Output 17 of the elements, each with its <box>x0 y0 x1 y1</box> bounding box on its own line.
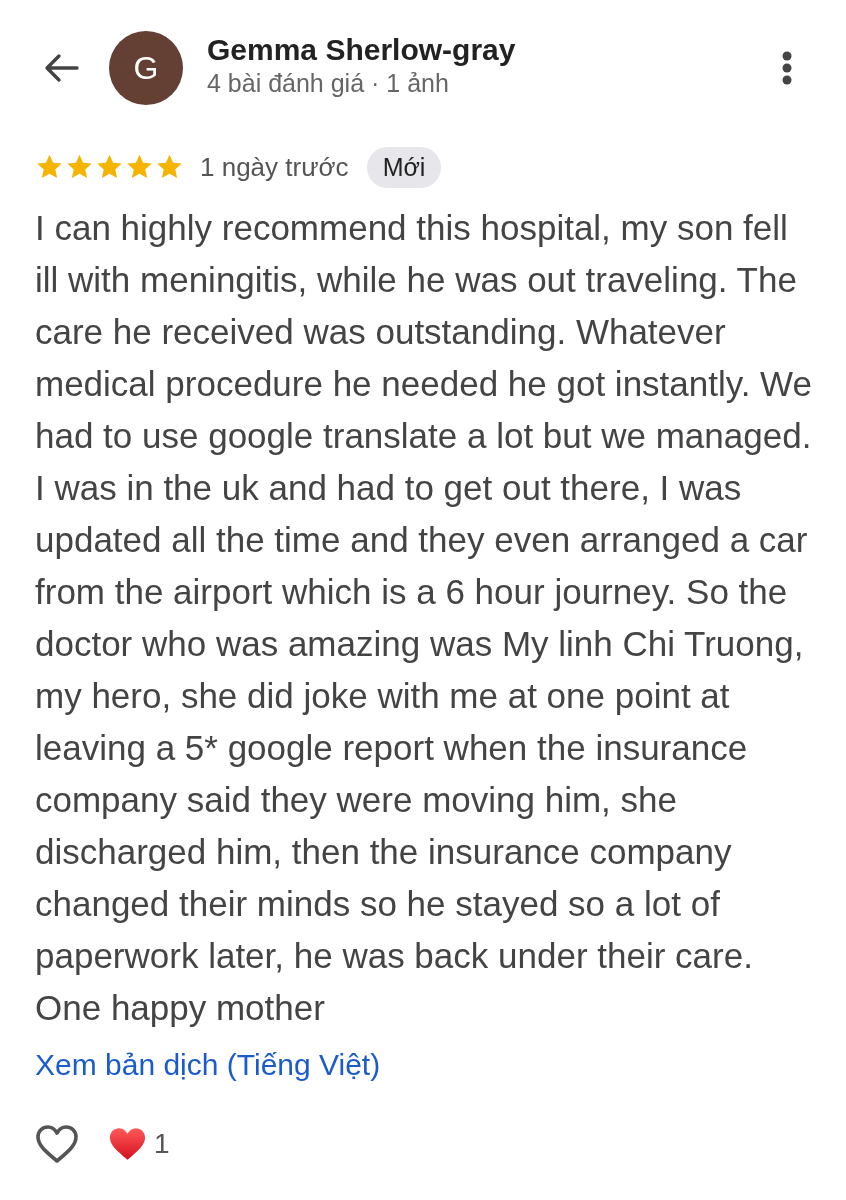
like-button[interactable] <box>35 1124 79 1164</box>
new-badge: Mới <box>366 146 442 188</box>
star-icon <box>65 153 94 181</box>
heart-icon <box>109 1127 146 1161</box>
reaction-count: 1 <box>154 1128 170 1160</box>
translate-link[interactable]: Xem bản dịch (Tiếng Việt) <box>35 1048 381 1082</box>
more-vertical-icon <box>782 51 792 85</box>
review-text: I can highly recommend this hospital, my son fell ill with meningitis, while he was out traveling. The care he received was outstanding. Whatever medical procedure he needed he got instantly. We had to use google translate a lot but we managed. I was in the uk and had to get out there, I was updated all the time and they even arranged a car from the airport which is a 6 hour journey. So the doctor who was amazing was My linh Chi Truong, my hero, she did joke with me at one point at leaving a 5* google report when the insurance company said they were moving him, she discharged him, then the insurance company changed their minds so he stayed so a lot of paperwork later, he was back under their care. One happy mother <box>35 207 813 1029</box>
back-arrow-icon <box>43 53 79 83</box>
star-icon <box>155 153 184 181</box>
star-icon <box>95 153 124 181</box>
reviewer-stats: 4 bài đánh giá · 1 ảnh <box>207 67 450 98</box>
star-icon <box>125 153 154 181</box>
reviewer-name: Gemma Sherlow-gray <box>207 32 517 67</box>
star-icon <box>35 153 64 181</box>
review-time: 1 ngày trước <box>200 151 349 183</box>
avatar: G <box>109 31 183 105</box>
